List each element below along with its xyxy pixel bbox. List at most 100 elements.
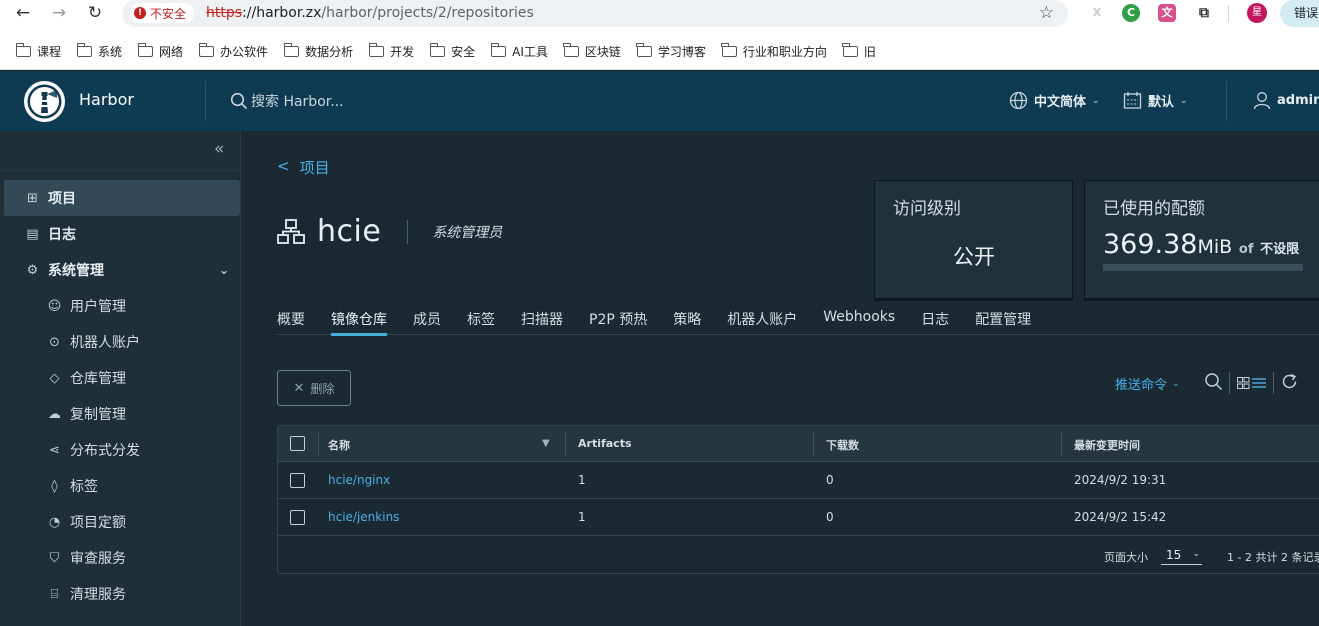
folder-icon [283, 43, 300, 57]
repository-name-link[interactable]: hcie/jenkins [328, 510, 399, 524]
sidebar-subitem[interactable]: ⋖ 分布式分发 [0, 432, 241, 468]
folder-icon [429, 43, 446, 57]
quota-unit: MiB [1197, 236, 1233, 258]
harbor-logo[interactable] [24, 81, 65, 122]
tab[interactable]: 日志 [921, 309, 949, 335]
sidebar-subitem[interactable]: ⊙ 机器人账户 [0, 324, 241, 360]
repository-name-link[interactable]: hcie/nginx [328, 473, 390, 487]
sidebar-subitem[interactable]: ⛉ 审查服务 [0, 540, 241, 576]
bookmark-label: 安全 [451, 45, 476, 59]
bookmark-folder[interactable]: 系统 [76, 43, 123, 60]
bookmark-label: 系统 [98, 45, 123, 59]
admin-icon: ⚙ [26, 262, 39, 278]
column-divider [813, 432, 814, 456]
bookmark-label: 办公软件 [220, 45, 269, 59]
bookmark-folder[interactable]: 办公软件 [198, 43, 269, 60]
tab[interactable]: 策略 [673, 309, 701, 335]
back-arrow-icon[interactable]: ← [12, 2, 34, 24]
chevron-down-icon: ⌄ [1180, 95, 1188, 106]
address-bar[interactable]: ! 不安全 https://harbor.zx/harbor/projects/… [122, 0, 1068, 27]
project-role: 系统管理员 [432, 224, 503, 241]
bookmark-star-icon[interactable]: ☆ [1039, 3, 1054, 23]
url-scheme: https [206, 5, 243, 21]
bookmark-folder[interactable]: 学习博客 [636, 43, 706, 60]
tab[interactable]: 配置管理 [975, 309, 1031, 335]
bookmark-folder[interactable]: 课程 [15, 43, 61, 60]
header-divider [205, 81, 206, 121]
bookmark-folder[interactable]: 旧 [842, 43, 876, 60]
app-header: Harbor 搜索 Harbor... 中文简体 ⌄ 默认 ⌄ admin [0, 71, 1319, 131]
user-menu[interactable]: admin [1253, 91, 1319, 110]
bookmark-label: 区块链 [584, 45, 621, 59]
table-row[interactable]: hcie/nginx 1 0 2024/9/2 19:31 [278, 462, 1319, 499]
sidebar-subitem[interactable]: ⌸ 清理服务 [0, 576, 241, 612]
folder-icon [490, 43, 507, 57]
search-icon[interactable] [1204, 372, 1223, 395]
folder-icon [198, 43, 215, 57]
row-checkbox[interactable] [290, 510, 305, 525]
bookmark-folder[interactable]: 开发 [368, 43, 414, 60]
repositories-table: 名称 ▼ Artifacts 下载数 最新变更时间 hcie/nginx 1 0… [277, 425, 1319, 574]
select-all-checkbox[interactable] [290, 436, 305, 451]
sidebar-item[interactable]: ⚙ 系统管理 ⌄ [0, 252, 241, 288]
profile-avatar[interactable]: 星 [1247, 3, 1267, 23]
language-selector[interactable]: 中文简体 ⌄ [1009, 91, 1100, 110]
table-row[interactable]: hcie/jenkins 1 0 2024/9/2 15:42 [278, 499, 1319, 536]
error-button[interactable]: 错误 [1280, 0, 1319, 27]
view-toggle-icon[interactable] [1237, 375, 1267, 393]
sidebar-subitem[interactable]: ☁ 复制管理 [0, 396, 241, 432]
bookmark-folder[interactable]: 行业和职业方向 [721, 43, 827, 60]
sidebar-item[interactable]: ⊞ 项目 [4, 180, 240, 216]
column-divider [1061, 432, 1062, 456]
theme-selector[interactable]: 默认 ⌄ [1123, 91, 1188, 110]
globe-icon [1009, 91, 1028, 110]
column-header-artifacts[interactable]: Artifacts [578, 437, 632, 450]
bookmark-folder[interactable]: 网络 [137, 43, 183, 60]
sidebar-subitem-label: 复制管理 [70, 407, 126, 423]
refresh-icon[interactable] [1281, 373, 1298, 394]
delete-button[interactable]: ✕ 删除 [277, 370, 351, 406]
column-header-downloads[interactable]: 下载数 [826, 437, 859, 453]
security-indicator[interactable]: ! 不安全 [130, 3, 195, 23]
tab[interactable]: 机器人账户 [727, 309, 797, 335]
sidebar-subitem[interactable]: ◊ 标签 [0, 468, 241, 504]
url-text[interactable]: https://harbor.zx/harbor/projects/2/repo… [206, 5, 534, 21]
row-checkbox[interactable] [290, 473, 305, 488]
global-search[interactable]: 搜索 Harbor... [230, 91, 344, 111]
extension-c-icon[interactable]: C [1122, 4, 1140, 22]
collapse-sidebar-icon[interactable]: « [214, 139, 224, 159]
sidebar-item[interactable]: ▤ 日志 [0, 216, 241, 252]
bookmark-folder[interactable]: 安全 [429, 43, 476, 60]
push-command-dropdown[interactable]: 推送命令 ⌄ [1115, 374, 1180, 393]
sidebar-subitem[interactable]: ☺ 用户管理 [0, 288, 241, 324]
page-size-select[interactable]: 15 ⌄ [1161, 545, 1202, 565]
brand-name[interactable]: Harbor [79, 90, 134, 109]
extension-translate-icon[interactable]: 文 [1158, 4, 1176, 22]
bookmark-folder[interactable]: AI工具 [490, 43, 548, 60]
tab[interactable]: P2P 预热 [589, 309, 647, 335]
back-to-projects-link[interactable]: < 项目 [277, 157, 330, 178]
reload-icon[interactable]: ↻ [84, 2, 106, 24]
tab[interactable]: 成员 [413, 309, 441, 335]
filter-icon[interactable]: ▼ [542, 438, 550, 449]
sidebar-subitem-label: 仓库管理 [70, 371, 126, 387]
column-header-updated[interactable]: 最新变更时间 [1074, 437, 1140, 453]
tab[interactable]: 标签 [467, 309, 495, 335]
bookmark-folder[interactable]: 区块链 [563, 43, 621, 60]
extension-x-icon[interactable]: X [1088, 4, 1106, 22]
tab[interactable]: 概要 [277, 309, 305, 335]
sidebar-subitem[interactable]: ◔ 项目定额 [0, 504, 241, 540]
page-size-label: 页面大小 [1104, 551, 1148, 564]
bookmark-folder[interactable]: 数据分析 [283, 43, 353, 60]
tab[interactable]: 镜像仓库 [331, 309, 387, 336]
bookmark-label: 行业和职业方向 [742, 45, 827, 59]
column-header-name[interactable]: 名称 [328, 437, 350, 453]
sidebar-item-label: 项目 [48, 191, 76, 207]
tab[interactable]: Webhooks [823, 309, 895, 335]
forward-arrow-icon[interactable]: → [48, 2, 70, 24]
search-placeholder: 搜索 Harbor... [251, 94, 344, 110]
extensions-puzzle-icon[interactable]: ⧉ [1195, 4, 1213, 22]
tab[interactable]: 扫描器 [521, 309, 563, 335]
column-divider [565, 432, 566, 456]
sidebar-subitem[interactable]: ◇ 仓库管理 [0, 360, 241, 396]
